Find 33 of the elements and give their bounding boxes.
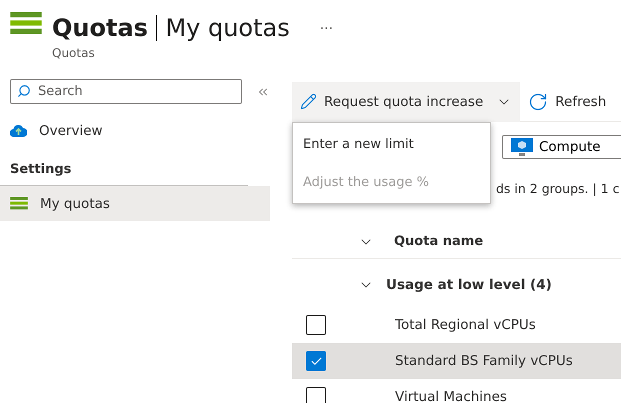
search-field[interactable]: Search [10, 79, 242, 104]
check-icon [310, 354, 322, 368]
cloud-upload-icon [10, 124, 27, 137]
column-header[interactable]: Quota name [394, 234, 484, 249]
checkbox[interactable] [306, 387, 326, 403]
search-icon [17, 84, 31, 98]
sidebar-item[interactable]: Overview [0, 113, 270, 148]
quota-name-cell: Total Regional vCPUs [395, 317, 536, 333]
page-name: My quotas [165, 13, 290, 43]
page-subtitle: Quotas [52, 46, 96, 60]
checkbox[interactable] [306, 351, 326, 371]
compute-filter-button[interactable]: Compute [502, 135, 621, 159]
quota-name-cell: Virtual Machines [395, 389, 507, 403]
table-row[interactable]: Total Regional vCPUs [292, 307, 621, 343]
checkbox[interactable] [306, 315, 326, 335]
monitor-icon [511, 138, 533, 156]
table-row[interactable]: Virtual Machines [292, 379, 621, 403]
more-button[interactable]: ··· [320, 14, 334, 44]
sidebar-item[interactable]: My quotas [0, 186, 270, 221]
menu-item[interactable]: Enter a new limit [293, 125, 490, 163]
pencil-icon [300, 93, 317, 110]
quota-name-cell: Standard BS Family vCPUs [395, 353, 573, 369]
quota-list-icon [10, 12, 42, 36]
group-heading: Usage at low level (4) [386, 277, 552, 293]
refresh-icon [528, 92, 548, 112]
refresh-button[interactable]: Refresh [520, 82, 614, 122]
sidebar-label: Overview [39, 122, 103, 138]
summary-text: ds in 2 groups. | 1 c [496, 181, 620, 196]
quota-list-icon [10, 197, 28, 210]
request-quota-button[interactable]: Request quota increase [292, 82, 520, 122]
page-title: Quotas [52, 13, 148, 43]
table-row[interactable]: Standard BS Family vCPUs [292, 343, 621, 379]
sidebar-label: My quotas [40, 196, 110, 212]
